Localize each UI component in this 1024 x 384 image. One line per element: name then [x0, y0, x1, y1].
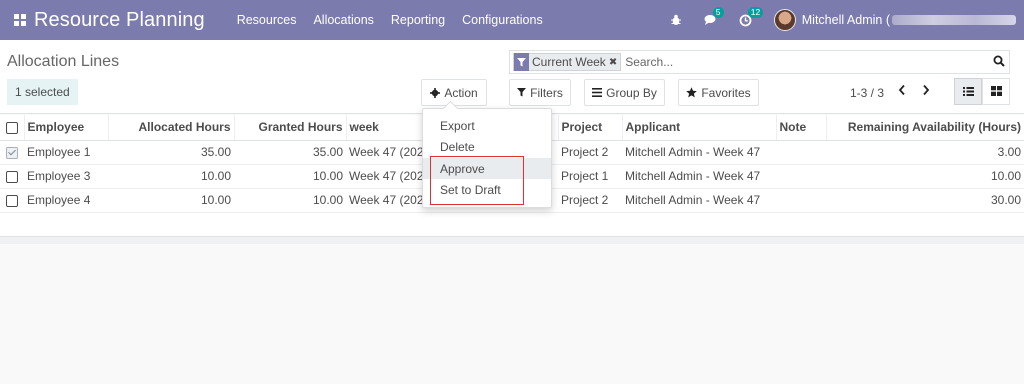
- cell-remaining-availability[interactable]: 3.00: [826, 140, 1024, 165]
- filters-button[interactable]: Filters: [509, 79, 571, 106]
- cell-note[interactable]: [776, 140, 826, 165]
- list-footer-divider: [0, 237, 1024, 244]
- messages-count-badge: 5: [712, 7, 724, 18]
- cell-allocated-hours[interactable]: 10.00: [108, 164, 234, 189]
- cell-granted-hours[interactable]: 10.00: [234, 164, 346, 189]
- menu-configurations[interactable]: Configurations: [462, 13, 543, 27]
- remove-facet-icon[interactable]: ✖: [609, 57, 620, 68]
- cell-project[interactable]: Project 2: [558, 188, 622, 213]
- cell-granted-hours[interactable]: 35.00: [234, 140, 346, 165]
- header-project[interactable]: Project: [558, 115, 623, 141]
- cell-allocated-hours[interactable]: 35.00: [108, 140, 234, 165]
- select-all-cell[interactable]: [0, 115, 25, 141]
- search-bar[interactable]: Current Week ✖: [509, 50, 1010, 74]
- action-menu-set-to-draft[interactable]: Set to Draft: [423, 179, 551, 200]
- cell-employee[interactable]: Employee 1: [24, 140, 108, 165]
- list-view-button[interactable]: [954, 78, 982, 105]
- action-button-label: Action: [444, 85, 478, 100]
- cell-granted-hours[interactable]: 10.00: [234, 188, 346, 213]
- kanban-view-icon: [990, 85, 1002, 99]
- user-menu[interactable]: Mitchell Admin (: [773, 9, 1016, 31]
- header-remaining-availability[interactable]: Remaining Availability (Hours): [826, 115, 1024, 141]
- cell-project[interactable]: Project 1: [558, 164, 622, 189]
- cell-employee[interactable]: Employee 3: [24, 164, 108, 189]
- search-facet[interactable]: Current Week ✖: [513, 53, 622, 71]
- action-dropdown-menu: Export Delete Approve Set to Draft: [422, 108, 552, 208]
- app-title[interactable]: Resource Planning: [34, 9, 205, 32]
- cell-applicant[interactable]: Mitchell Admin - Week 47: [622, 140, 776, 165]
- row-select-cell[interactable]: [0, 140, 24, 165]
- favorites-button[interactable]: Favorites: [678, 79, 759, 106]
- search-input[interactable]: [625, 55, 986, 69]
- star-icon: [686, 87, 698, 98]
- cell-remaining-availability[interactable]: 10.00: [826, 164, 1024, 189]
- menu-reporting[interactable]: Reporting: [391, 13, 445, 27]
- menu-resources[interactable]: Resources: [237, 13, 297, 27]
- kanban-view-button[interactable]: [982, 78, 1010, 105]
- chevron-right-icon[interactable]: [922, 84, 930, 99]
- redacted-text: [892, 15, 1016, 25]
- header-allocated-hours[interactable]: Allocated Hours: [108, 115, 235, 141]
- search-icon[interactable]: [993, 55, 1005, 70]
- bars-icon: [592, 88, 603, 97]
- chevron-left-icon[interactable]: [898, 84, 906, 99]
- row-select-cell[interactable]: [0, 188, 24, 213]
- user-name: Mitchell Admin (: [801, 13, 890, 27]
- row-checkbox[interactable]: [6, 194, 18, 207]
- activities-count-badge: 12: [747, 6, 764, 18]
- cell-allocated-hours[interactable]: 10.00: [108, 188, 234, 213]
- page-title: Allocation Lines: [7, 53, 120, 70]
- cell-note[interactable]: [776, 188, 826, 213]
- header-employee[interactable]: Employee: [24, 115, 109, 141]
- cell-remaining-availability[interactable]: 30.00: [826, 188, 1024, 213]
- row-checkbox[interactable]: [6, 170, 18, 183]
- action-menu-delete[interactable]: Delete: [423, 136, 551, 157]
- cell-note[interactable]: [776, 164, 826, 189]
- cell-employee[interactable]: Employee 4: [24, 188, 108, 213]
- header-granted-hours[interactable]: Granted Hours: [234, 115, 347, 141]
- row-select-cell[interactable]: [0, 164, 24, 189]
- list-view-icon: [962, 85, 974, 99]
- action-menu-approve[interactable]: Approve: [423, 158, 551, 179]
- row-checkbox[interactable]: [6, 146, 18, 159]
- header-note[interactable]: Note: [776, 115, 827, 141]
- cell-project[interactable]: Project 2: [558, 140, 622, 165]
- filters-button-label: Filters: [530, 85, 563, 100]
- favorites-button-label: Favorites: [701, 85, 751, 100]
- action-button[interactable]: Action: [421, 79, 487, 106]
- selected-count: 1 selected: [7, 79, 78, 105]
- group-by-button-label: Group By: [606, 85, 657, 100]
- clock-icon[interactable]: 12: [739, 6, 764, 27]
- header-applicant[interactable]: Applicant: [622, 115, 777, 141]
- filter-icon: [514, 53, 529, 71]
- debug-bug-icon[interactable]: [670, 14, 682, 26]
- top-navbar: Resource Planning Resources Allocations …: [0, 0, 1024, 40]
- gear-icon: [430, 87, 441, 98]
- select-all-checkbox[interactable]: [5, 122, 18, 135]
- pager-value[interactable]: 1-3 / 3: [850, 86, 884, 100]
- cell-applicant[interactable]: Mitchell Admin - Week 47: [622, 164, 776, 189]
- menu-allocations[interactable]: Allocations: [313, 13, 373, 27]
- chat-icon[interactable]: 5: [704, 7, 724, 26]
- filter-icon: [517, 88, 527, 97]
- group-by-button[interactable]: Group By: [584, 79, 665, 106]
- facet-label: Current Week: [532, 55, 606, 69]
- action-menu-export[interactable]: Export: [423, 115, 551, 136]
- cell-applicant[interactable]: Mitchell Admin - Week 47: [622, 188, 776, 213]
- control-panel: Allocation Lines Current Week ✖ 1 select…: [0, 40, 1024, 114]
- avatar: [773, 9, 796, 31]
